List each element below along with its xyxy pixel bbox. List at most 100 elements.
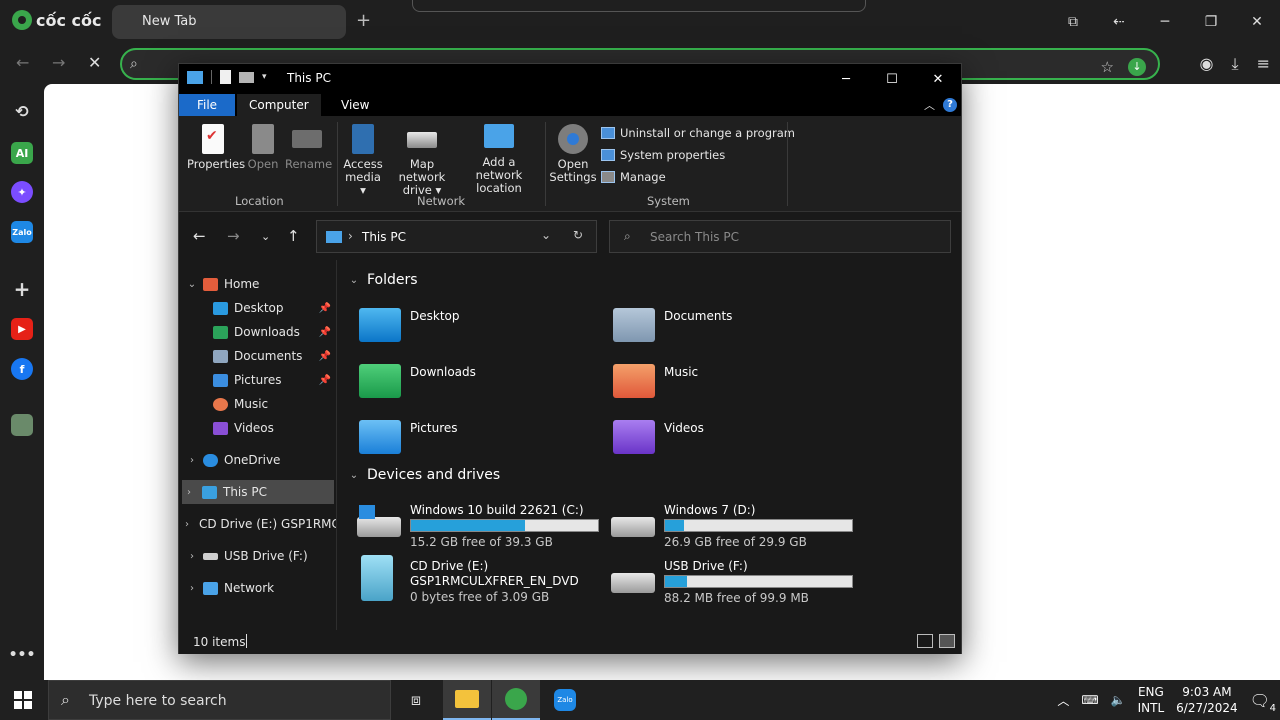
back-tab-icon[interactable]: ⇠ [1096,0,1142,44]
taskbar-search[interactable]: ⌕ Type here to search [48,680,391,720]
drive-f[interactable]: USB Drive (F:) 88.2 MB free of 99.9 MB [593,559,853,609]
folder-videos[interactable]: Videos [593,418,843,468]
refresh-icon[interactable]: ↻ [573,228,583,242]
tab-view[interactable]: View [329,94,381,116]
nav-pictures[interactable]: Pictures 📌 [213,368,335,392]
properties-button[interactable]: ✔ Properties [187,124,245,171]
forward-icon[interactable]: → [227,227,240,245]
maximize-button[interactable]: ☐ [869,64,915,94]
new-tab-button[interactable]: + [356,10,371,31]
taskbar-coccoc[interactable] [492,680,540,720]
language-indicator[interactable]: ENG INTL [1138,684,1165,716]
add-network-location-button[interactable]: Add a network location [459,124,539,195]
nav-home[interactable]: ⌄ Home [185,272,336,296]
expand-chevron-icon[interactable]: ⌄ [185,279,199,290]
devices-section-header[interactable]: ⌄ Devices and drives [347,467,500,483]
address-bar[interactable]: › This PC ⌄ ↻ [316,220,597,253]
map-network-drive-button[interactable]: Map network drive ▾ [387,124,457,197]
back-arrow-icon[interactable]: ← [16,53,29,72]
more-icon[interactable]: ••• [9,644,36,666]
collapse-ribbon-icon[interactable]: ︿ [924,97,935,113]
menu-icon[interactable]: ≡ [1257,54,1270,74]
folder-music[interactable]: Music [593,362,843,412]
nav-network[interactable]: › Network [185,576,336,600]
stop-loading-icon[interactable]: ✕ [88,53,101,72]
history-icon[interactable]: ⟲ [11,100,33,122]
expand-chevron-icon[interactable]: › [185,455,199,466]
nav-desktop[interactable]: Desktop 📌 [213,296,335,320]
browser-minimize-button[interactable]: ─ [1142,0,1188,44]
expand-chevron-icon[interactable]: › [185,551,199,562]
downloads-icon[interactable]: ⤓ [1232,54,1239,74]
system-properties-button[interactable]: System properties [601,148,725,162]
facebook-icon[interactable]: f [11,358,33,380]
back-icon[interactable]: ← [193,227,206,245]
tab-new-tab[interactable]: New Tab [112,5,346,39]
network-tray-icon[interactable]: ⌨ [1081,693,1098,707]
folder-documents[interactable]: Documents [593,306,843,356]
up-icon[interactable]: ↑ [287,227,300,245]
coccoc-logo[interactable]: cốc cốc [12,10,102,30]
open-settings-button[interactable]: Open Settings [549,124,597,184]
close-button[interactable]: ✕ [915,64,961,94]
large-icons-view-icon[interactable] [939,634,955,648]
folder-downloads[interactable]: Downloads [339,362,589,412]
open-button[interactable]: Open [245,124,281,171]
nav-usb-drive[interactable]: › USB Drive (F:) [185,544,336,568]
expand-chevron-icon[interactable]: › [185,583,199,594]
minimize-button[interactable]: ─ [823,64,869,94]
folder-pictures[interactable]: Pictures [339,418,589,468]
nav-this-pc[interactable]: › This PC [182,480,334,504]
help-icon[interactable]: ? [943,98,957,112]
folder-desktop[interactable]: Desktop [339,306,589,356]
bookmark-star-icon[interactable]: ☆ [1101,58,1114,76]
rename-button[interactable]: Rename [285,124,332,171]
nav-cd-drive[interactable]: › CD Drive (E:) GSP1RMCULXFRER_EN_DVD [185,512,336,536]
recent-locations-icon[interactable]: ⌄ [261,230,270,243]
manage-button[interactable]: Manage [601,170,666,184]
messenger-icon[interactable]: ✦ [11,181,33,203]
screenshot-icon[interactable]: ⧉ [1050,0,1096,44]
taskbar-zalo[interactable]: Zalo [541,680,589,720]
drive-e[interactable]: CD Drive (E:) GSP1RMCULXFRER_EN_DVD 0 by… [339,555,589,609]
nav-onedrive[interactable]: › OneDrive [185,448,336,472]
drive-d[interactable]: Windows 7 (D:) 26.9 GB free of 29.9 GB [593,503,853,553]
youtube-icon[interactable]: ▶ [11,318,33,340]
browser-close-button[interactable]: ✕ [1234,0,1280,44]
photo-app-icon[interactable] [11,414,33,436]
nav-documents[interactable]: Documents 📌 [213,344,335,368]
drive-c[interactable]: Windows 10 build 22621 (C:) 15.2 GB free… [339,503,599,553]
details-view-icon[interactable] [917,634,933,648]
properties-quick-icon[interactable] [220,70,231,84]
address-dropdown-icon[interactable]: ⌄ [541,228,551,242]
uninstall-program-button[interactable]: Uninstall or change a program [601,126,795,140]
profile-icon[interactable]: ◉ [1200,54,1214,74]
explorer-titlebar[interactable]: ▾ This PC ─ ☐ ✕ [179,64,961,94]
show-hidden-icons-icon[interactable]: ︿ [1057,692,1069,709]
forward-arrow-icon[interactable]: → [52,53,65,72]
nav-downloads[interactable]: Downloads 📌 [213,320,335,344]
folder-quick-icon[interactable] [239,71,254,83]
folders-section-header[interactable]: ⌄ Folders [347,272,418,288]
expand-chevron-icon[interactable]: › [182,487,196,498]
notification-icon[interactable]: 🗨 4 [1250,691,1276,714]
taskbar-file-explorer[interactable] [443,680,491,720]
nav-music[interactable]: Music [213,392,335,416]
search-box[interactable]: ⌕ Search This PC [609,220,951,253]
browser-restore-button[interactable]: ❐ [1188,0,1234,44]
start-button[interactable] [14,691,32,709]
quick-access-dropdown-icon[interactable]: ▾ [262,72,267,82]
access-media-button[interactable]: Access media ▾ [341,124,385,197]
nav-videos[interactable]: Videos [213,416,335,440]
ai-icon[interactable]: AI [11,142,33,164]
add-sidebar-icon[interactable]: + [11,277,33,301]
tab-computer[interactable]: Computer [237,94,321,116]
expand-chevron-icon[interactable]: › [185,519,189,530]
clock[interactable]: 9:03 AM 6/27/2024 [1176,684,1238,716]
volume-icon[interactable]: 🔈 [1111,693,1126,707]
tab-file[interactable]: File [179,94,235,116]
task-view-button[interactable]: ⧈ [392,680,440,720]
download-badge-icon[interactable]: ↓ [1128,58,1146,76]
item-count: 10 items [193,635,246,649]
zalo-icon[interactable]: Zalo [11,221,33,243]
